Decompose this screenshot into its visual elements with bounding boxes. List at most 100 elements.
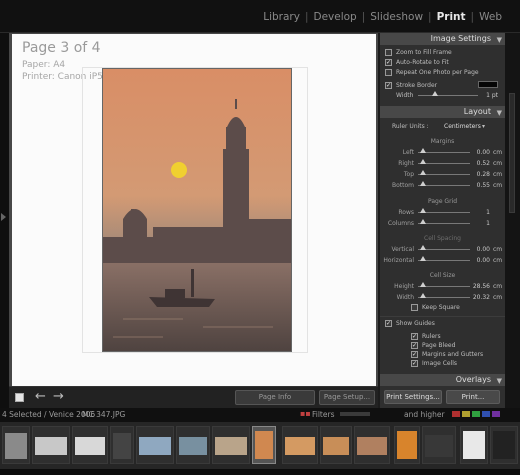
margins-slider-knob[interactable] (420, 148, 426, 153)
module-develop[interactable]: Develop (313, 11, 356, 23)
layout-title: Layout (463, 107, 491, 116)
margins-slider-knob[interactable] (420, 170, 426, 175)
filmstrip-thumbnail-selected[interactable] (252, 426, 276, 464)
show-guides-checkbox[interactable]: ✓ (385, 320, 392, 327)
stroke-color-swatch[interactable] (478, 81, 498, 88)
collapse-triangle-icon[interactable]: ▼ (497, 107, 502, 119)
green-label-icon[interactable] (472, 411, 480, 417)
module-library[interactable]: Library (263, 11, 300, 23)
bottom-edge (0, 469, 520, 475)
filmstrip-thumbnail[interactable] (32, 426, 70, 464)
margins-slider-knob[interactable] (420, 181, 426, 186)
rating-filter[interactable] (340, 412, 370, 416)
module-separator: | (428, 11, 432, 23)
guide-label: Rulers (422, 333, 441, 340)
filmstrip-thumbnail[interactable] (354, 426, 390, 464)
filmstrip-thumbnail[interactable] (2, 426, 30, 464)
repeat-one-photo-checkbox[interactable] (385, 69, 392, 76)
margins-row-value[interactable]: 0.52 (462, 160, 490, 167)
unit-label: cm (493, 171, 503, 178)
auto-rotate-label: Auto-Rotate to Fit (396, 59, 449, 66)
zoom-to-fill-checkbox[interactable] (385, 49, 392, 56)
filmstrip-thumbnail[interactable] (72, 426, 108, 464)
guide-checkbox[interactable]: ✓ (411, 333, 418, 340)
scrollbar-thumb[interactable] (509, 93, 515, 213)
grid-slider-knob[interactable] (420, 219, 426, 224)
print-settings-button[interactable]: Print Settings... (384, 390, 442, 404)
auto-rotate-checkbox[interactable]: ✓ (385, 59, 392, 66)
grid-slider-knob[interactable] (420, 208, 426, 213)
grid-row-label: Rows (398, 209, 414, 216)
width-value: 1 pt (486, 92, 498, 99)
overlays-header[interactable]: Overlays ▼ (380, 374, 505, 386)
image-settings-title: Image Settings (430, 34, 491, 43)
cell-spacing-section-label: Cell Spacing (424, 235, 461, 242)
stroke-border-checkbox[interactable]: ✓ (385, 82, 392, 89)
page-info-button[interactable]: Page Info (235, 390, 315, 405)
cell_size-slider-knob[interactable] (420, 282, 426, 287)
module-slideshow[interactable]: Slideshow (370, 11, 423, 23)
image-settings-header[interactable]: Image Settings ▼ (380, 33, 505, 45)
filmstrip-thumbnail[interactable] (320, 426, 352, 464)
blue-label-icon[interactable] (482, 411, 490, 417)
collapse-triangle-icon[interactable]: ▼ (497, 34, 502, 46)
guide-checkbox[interactable]: ✓ (411, 360, 418, 367)
grid-row-value[interactable]: 1 (462, 209, 490, 216)
filmstrip-thumbnail[interactable] (460, 426, 488, 464)
layout-header[interactable]: Layout ▼ (380, 106, 505, 118)
spacing-slider-knob[interactable] (420, 256, 426, 261)
filmstrip-thumbnail[interactable] (136, 426, 174, 464)
filmstrip-thumbnail[interactable] (212, 426, 250, 464)
spacing-slider-knob[interactable] (420, 245, 426, 250)
guide-checkbox[interactable]: ✓ (411, 351, 418, 358)
filmstrip-header: 4 Selected / Venice 2006 MC 347.JPG ▪▪ F… (0, 408, 520, 422)
purple-label-icon[interactable] (492, 411, 500, 417)
width-slider[interactable] (418, 95, 478, 96)
sun-icon (171, 162, 187, 178)
filmstrip-thumbnail[interactable] (176, 426, 210, 464)
view-toggle-button[interactable] (15, 393, 24, 402)
spacing-row-value[interactable]: 0.00 (462, 246, 490, 253)
filmstrip-thumbnail[interactable] (490, 426, 518, 464)
previous-page-icon[interactable]: ← (35, 389, 46, 404)
next-page-icon[interactable]: → (53, 389, 64, 404)
grid-row-value[interactable]: 1 (462, 220, 490, 227)
zoom-to-fill-label: Zoom to Fill Frame (396, 49, 452, 56)
width-slider-knob[interactable] (432, 91, 438, 96)
red-label-icon[interactable] (452, 411, 460, 417)
chevron-down-icon[interactable]: ▾ (482, 123, 485, 130)
margins-row-value[interactable]: 0.00 (462, 149, 490, 156)
flag-icon[interactable]: ▪▪ (300, 409, 311, 418)
filmstrip-thumbnail[interactable] (110, 426, 134, 464)
ruler-units-select[interactable]: Centimeters (444, 123, 481, 130)
overlays-title: Overlays (455, 375, 491, 384)
margins-slider-knob[interactable] (420, 159, 426, 164)
print-button[interactable]: Print... (446, 390, 500, 404)
left-panel-collapsed[interactable] (0, 33, 9, 408)
cell_size-slider-knob[interactable] (420, 293, 426, 298)
keep-square-checkbox[interactable] (411, 304, 418, 311)
cell_size-row-value[interactable]: 28.56 (462, 283, 490, 290)
collapse-triangle-icon[interactable]: ▼ (497, 375, 502, 387)
repeat-one-photo-label: Repeat One Photo per Page (396, 69, 479, 76)
print-page: Page 3 of 4 Paper: A4 Printer: Canon iP5… (12, 34, 376, 386)
guide-checkbox[interactable]: ✓ (411, 342, 418, 349)
filter-value[interactable]: and higher (404, 410, 445, 419)
filmstrip-thumbnail[interactable] (394, 426, 420, 464)
filmstrip-thumbnail[interactable] (282, 426, 318, 464)
spacing-row-value[interactable]: 0.00 (462, 257, 490, 264)
module-print[interactable]: Print (437, 11, 466, 23)
cell_size-row-value[interactable]: 20.32 (462, 294, 490, 301)
margins-row-value[interactable]: 0.55 (462, 182, 490, 189)
module-web[interactable]: Web (479, 11, 502, 23)
page-setup-button[interactable]: Page Setup... (319, 390, 375, 405)
yellow-label-icon[interactable] (462, 411, 470, 417)
unit-label: cm (493, 257, 503, 264)
venice-photo[interactable] (102, 68, 292, 352)
keep-square-label: Keep Square (422, 304, 460, 311)
print-toolbar: ← → Page Info Page Setup... (9, 386, 378, 408)
margins-row-value[interactable]: 0.28 (462, 171, 490, 178)
expand-left-panel-icon[interactable] (1, 213, 6, 221)
right-panel-scrollbar[interactable] (505, 33, 520, 408)
filmstrip-thumbnail[interactable] (422, 426, 456, 464)
